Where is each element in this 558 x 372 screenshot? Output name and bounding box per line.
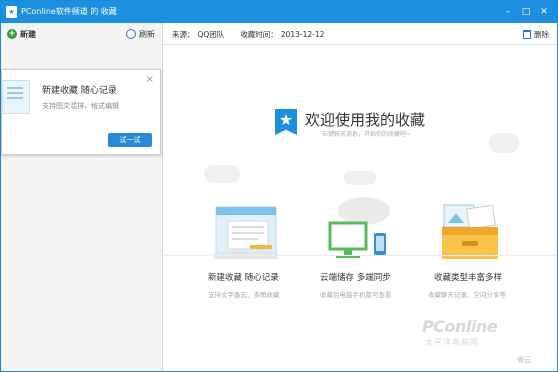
- feature-title-types: 收藏类型丰富多样: [434, 273, 503, 283]
- item-meta: 来源： QQ团队 收藏时间： 2013-12-12: [172, 29, 327, 40]
- time-label: 收藏时间：: [240, 30, 278, 39]
- refresh-icon: [126, 29, 136, 39]
- delete-label: 删除: [534, 30, 549, 39]
- plus-icon: +: [7, 29, 17, 39]
- delete-button[interactable]: 删除: [523, 29, 549, 40]
- main-panel: 来源： QQ团队 收藏时间： 2013-12-12 删除 欢迎使用我的收藏 右键聊天消…: [164, 23, 557, 371]
- source-label: 来源：: [172, 30, 195, 39]
- new-label: 新建: [20, 29, 36, 39]
- popup-close-icon[interactable]: ×: [146, 74, 154, 85]
- trash-icon: [523, 30, 531, 39]
- cloud-decoration: [489, 133, 519, 153]
- feature-title-new: 新建收藏 随心记录: [208, 273, 279, 283]
- feature-title-cloud: 云端储存 多端同步: [320, 273, 391, 283]
- popup-description: 支持图文混排、格式编辑: [42, 102, 119, 110]
- feature-illustrations: [214, 197, 498, 259]
- detail-toolbar: 来源： QQ团队 收藏时间： 2013-12-12 删除: [164, 23, 557, 45]
- window-title: PConline软件频道 的 收藏: [21, 7, 117, 16]
- sidebar-toolbar: + 新建 刷新: [1, 23, 163, 45]
- welcome-title: 欢迎使用我的收藏: [305, 111, 426, 129]
- favorites-app-icon: [6, 6, 17, 18]
- note-illustration-icon: [2, 80, 30, 114]
- source-value: QQ团队: [197, 30, 225, 39]
- refresh-label: 刷新: [139, 29, 155, 39]
- pconline-watermark: PConline: [422, 317, 498, 336]
- refresh-button[interactable]: 刷新: [126, 28, 155, 40]
- storage-box-illustration-icon: [442, 204, 498, 259]
- cloud-decoration: [204, 165, 240, 183]
- favorites-logo-icon: [275, 109, 297, 135]
- new-favorite-tip-popup: 新建收藏 随心记录 支持图文混排、格式编辑 × 试一试: [1, 69, 161, 155]
- floor-divider: [164, 255, 557, 256]
- app-window: PConline软件频道 的 收藏 – □ ✕ + 新建 刷新 新建收藏 随心记…: [0, 0, 558, 372]
- try-it-button[interactable]: 试一试: [108, 133, 152, 147]
- pconline-watermark-sub: 太平洋电脑网: [425, 338, 479, 347]
- time-value: 2013-12-12: [280, 30, 325, 39]
- cloud-sync-illustration-icon: [328, 197, 390, 258]
- new-favorite-button[interactable]: + 新建: [7, 28, 36, 40]
- maximize-button[interactable]: □: [519, 5, 533, 19]
- sidebar: + 新建 刷新 新建收藏 随心记录 支持图文混排、格式编辑 × 试一试: [1, 23, 163, 371]
- close-button[interactable]: ✕: [537, 5, 551, 19]
- weibo-watermark: 微云: [517, 356, 531, 364]
- feature-desc-new: 支持文字备忘、多图收藏: [208, 291, 280, 299]
- cloud-decoration: [344, 171, 376, 185]
- feature-desc-cloud: 收藏后电脑手机都可查看: [320, 291, 392, 299]
- title-bar: PConline软件频道 的 收藏 – □ ✕: [1, 1, 557, 23]
- popup-title: 新建收藏 随心记录: [42, 86, 117, 96]
- minimize-button[interactable]: –: [501, 5, 515, 19]
- welcome-subtitle: 右键聊天消息，开始你的收藏吧~: [322, 131, 412, 138]
- feature-desc-types: 收藏聊天记录、空间分享等: [428, 291, 506, 299]
- document-illustration-icon: [214, 206, 278, 259]
